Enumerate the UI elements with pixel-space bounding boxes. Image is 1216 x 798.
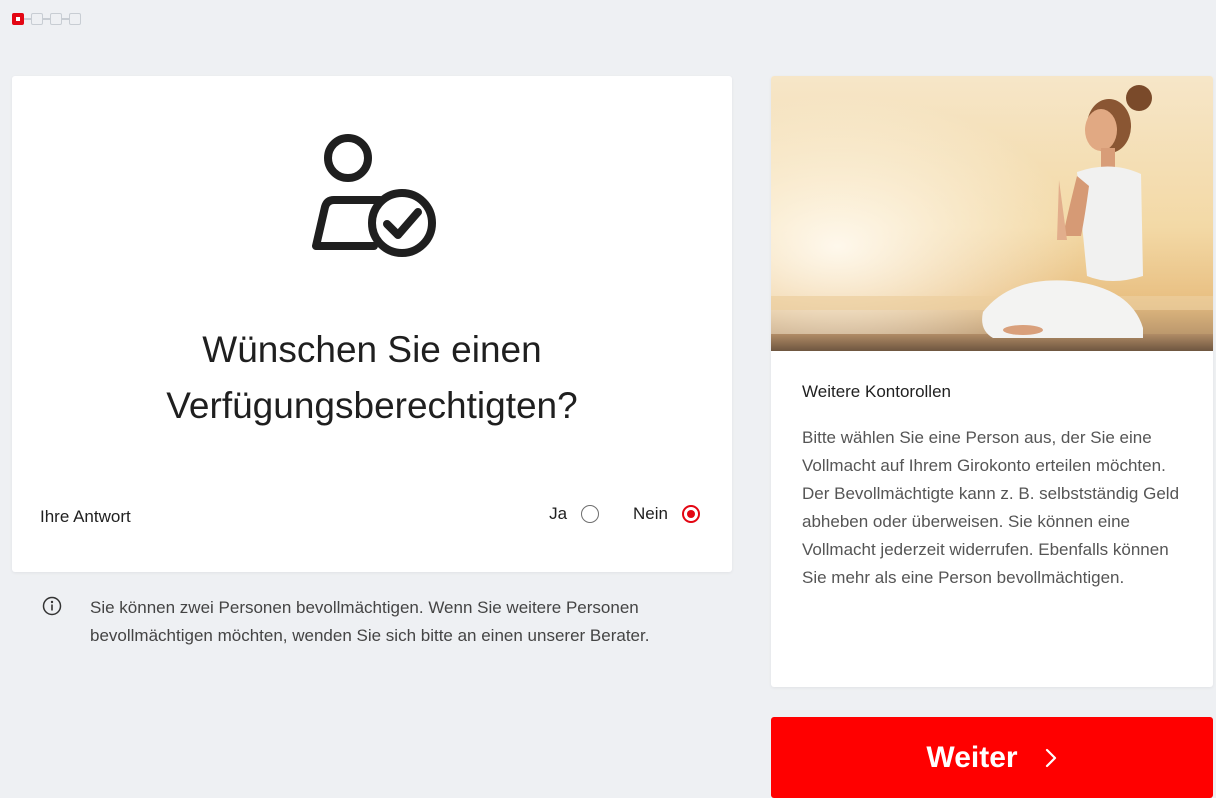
radio-label-ja: Ja <box>549 504 568 523</box>
step-connector <box>62 18 69 20</box>
step-1-indicator <box>12 13 24 25</box>
step-3-indicator <box>50 13 62 25</box>
radio-option-ja[interactable]: Ja <box>549 504 600 524</box>
side-card-title: Weitere Kontorollen <box>802 382 951 401</box>
info-note: Sie können zwei Personen bevollmächtigen… <box>42 594 682 650</box>
weiter-button[interactable]: Weiter <box>771 717 1213 798</box>
radio-label-nein: Nein <box>633 504 668 523</box>
step-4-indicator <box>69 13 81 25</box>
answer-label: Ihre Antwort <box>40 507 131 526</box>
info-text: Sie können zwei Personen bevollmächtigen… <box>90 598 650 645</box>
info-icon <box>42 596 62 616</box>
radio-button-nein[interactable] <box>682 505 700 523</box>
person-check-icon <box>312 134 436 257</box>
chevron-right-icon <box>1045 748 1056 767</box>
step-connector <box>24 18 31 20</box>
weiter-button-label: Weiter <box>926 740 1018 774</box>
step-connector <box>43 18 50 20</box>
radio-option-nein[interactable]: Nein <box>633 504 700 524</box>
info-side-card: Weitere Kontorollen Bitte wählen Sie ein… <box>771 76 1213 687</box>
question-heading: Wünschen Sie einen Verfügungsberechtigte… <box>12 322 732 434</box>
radio-button-ja[interactable] <box>581 505 600 523</box>
question-card: Wünschen Sie einen Verfügungsberechtigte… <box>12 76 732 572</box>
question-line-1: Wünschen Sie einen <box>202 329 542 370</box>
question-line-2: Verfügungsberechtigten? <box>166 385 578 426</box>
side-card-text: Bitte wählen Sie eine Person aus, der Si… <box>802 428 1180 587</box>
step-2-indicator <box>31 13 43 25</box>
yoga-woman-image <box>771 76 1213 351</box>
answer-radio-group: Ja Nein <box>549 504 700 524</box>
progress-stepper <box>12 12 81 26</box>
